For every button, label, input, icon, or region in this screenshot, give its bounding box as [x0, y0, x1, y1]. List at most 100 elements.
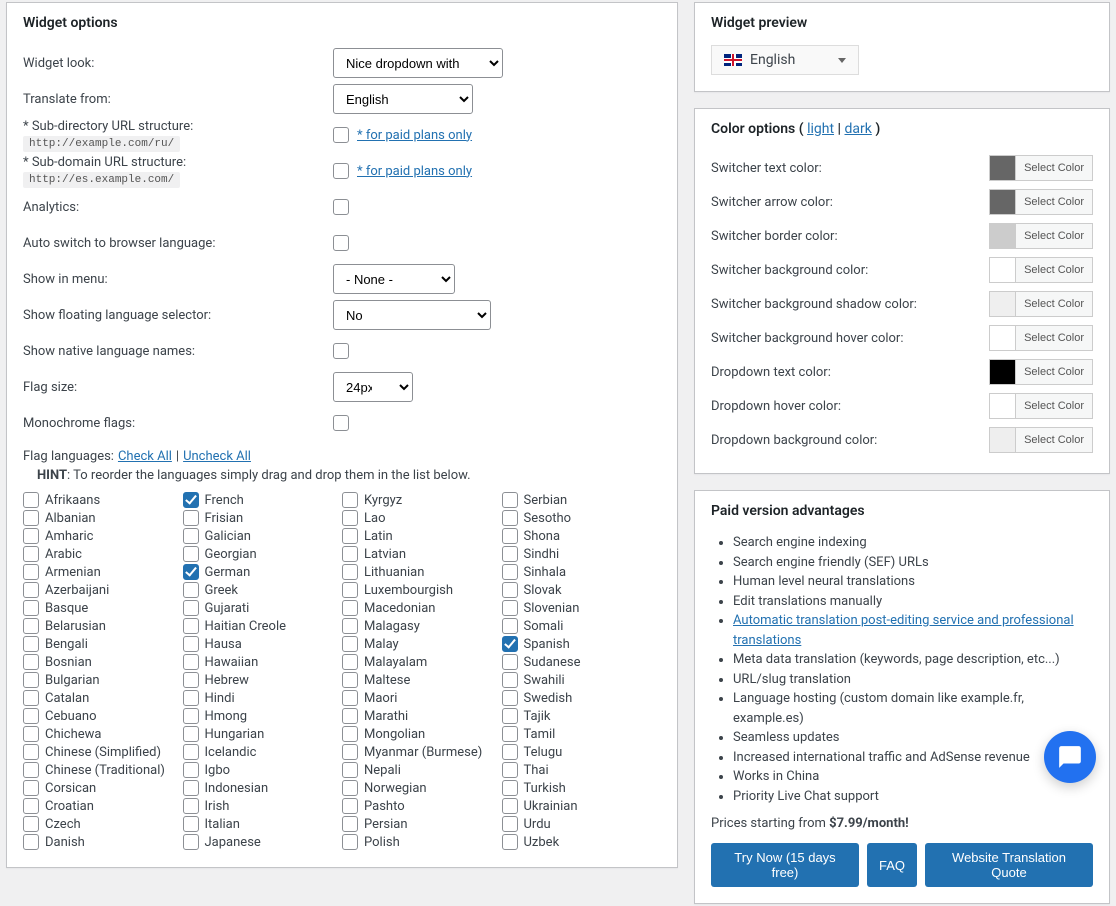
language-item[interactable]: Latin	[342, 527, 502, 545]
select-color-button[interactable]: Select Color	[1016, 428, 1092, 452]
language-checkbox[interactable]	[23, 672, 39, 688]
language-checkbox[interactable]	[502, 546, 518, 562]
language-checkbox[interactable]	[502, 564, 518, 580]
select-color-button[interactable]: Select Color	[1016, 360, 1092, 384]
language-checkbox[interactable]	[342, 672, 358, 688]
language-checkbox[interactable]	[342, 618, 358, 634]
language-item[interactable]: Sesotho	[502, 509, 662, 527]
language-item[interactable]: Italian	[183, 815, 343, 833]
language-item[interactable]: Spanish	[502, 635, 662, 653]
color-picker[interactable]: Select Color	[989, 257, 1093, 283]
monochrome-checkbox[interactable]	[333, 415, 349, 431]
language-checkbox[interactable]	[183, 762, 199, 778]
language-checkbox[interactable]	[183, 546, 199, 562]
widget-look-select[interactable]: Nice dropdown with flags	[333, 48, 503, 78]
language-checkbox[interactable]	[183, 564, 199, 580]
language-checkbox[interactable]	[342, 654, 358, 670]
language-item[interactable]: Sindhi	[502, 545, 662, 563]
language-item[interactable]: Sinhala	[502, 563, 662, 581]
language-checkbox[interactable]	[183, 726, 199, 742]
language-item[interactable]: Irish	[183, 797, 343, 815]
language-item[interactable]: Maori	[342, 689, 502, 707]
language-item[interactable]: Bengali	[23, 635, 183, 653]
chat-launcher[interactable]	[1044, 731, 1096, 783]
language-item[interactable]: Frisian	[183, 509, 343, 527]
language-item[interactable]: Hausa	[183, 635, 343, 653]
translate-from-select[interactable]: English	[333, 84, 473, 114]
language-checkbox[interactable]	[23, 834, 39, 850]
language-item[interactable]: Corsican	[23, 779, 183, 797]
language-item[interactable]: Marathi	[342, 707, 502, 725]
language-item[interactable]: Hindi	[183, 689, 343, 707]
language-checkbox[interactable]	[183, 600, 199, 616]
language-item[interactable]: Lithuanian	[342, 563, 502, 581]
language-item[interactable]: Slovenian	[502, 599, 662, 617]
language-item[interactable]: Hebrew	[183, 671, 343, 689]
language-checkbox[interactable]	[23, 636, 39, 652]
preview-dropdown[interactable]: English	[711, 45, 859, 75]
language-checkbox[interactable]	[183, 618, 199, 634]
language-item[interactable]: Icelandic	[183, 743, 343, 761]
show-floating-select[interactable]: No	[333, 300, 491, 330]
language-checkbox[interactable]	[183, 708, 199, 724]
language-item[interactable]: Chinese (Traditional)	[23, 761, 183, 779]
language-item[interactable]: Belarusian	[23, 617, 183, 635]
language-item[interactable]: Haitian Creole	[183, 617, 343, 635]
quote-button[interactable]: Website Translation Quote	[925, 843, 1093, 887]
language-checkbox[interactable]	[23, 564, 39, 580]
language-checkbox[interactable]	[342, 762, 358, 778]
language-checkbox[interactable]	[342, 726, 358, 742]
language-checkbox[interactable]	[23, 798, 39, 814]
light-link[interactable]: light	[807, 121, 834, 137]
language-checkbox[interactable]	[342, 744, 358, 760]
auto-switch-checkbox[interactable]	[333, 235, 349, 251]
language-checkbox[interactable]	[502, 600, 518, 616]
language-item[interactable]: Norwegian	[342, 779, 502, 797]
language-item[interactable]: Armenian	[23, 563, 183, 581]
language-item[interactable]: Mongolian	[342, 725, 502, 743]
language-item[interactable]: Uzbek	[502, 833, 662, 851]
language-item[interactable]: Turkish	[502, 779, 662, 797]
subdir-paid-link[interactable]: * for paid plans only	[357, 128, 472, 143]
language-checkbox[interactable]	[183, 528, 199, 544]
faq-button[interactable]: FAQ	[867, 843, 917, 887]
select-color-button[interactable]: Select Color	[1016, 394, 1092, 418]
language-checkbox[interactable]	[342, 582, 358, 598]
color-picker[interactable]: Select Color	[989, 155, 1093, 181]
language-item[interactable]: Malay	[342, 635, 502, 653]
language-item[interactable]: Urdu	[502, 815, 662, 833]
language-item[interactable]: Pashto	[342, 797, 502, 815]
select-color-button[interactable]: Select Color	[1016, 292, 1092, 316]
language-item[interactable]: Bulgarian	[23, 671, 183, 689]
language-checkbox[interactable]	[342, 816, 358, 832]
select-color-button[interactable]: Select Color	[1016, 190, 1092, 214]
try-now-button[interactable]: Try Now (15 days free)	[711, 843, 859, 887]
language-checkbox[interactable]	[23, 492, 39, 508]
color-picker[interactable]: Select Color	[989, 393, 1093, 419]
language-checkbox[interactable]	[342, 600, 358, 616]
language-checkbox[interactable]	[502, 636, 518, 652]
language-item[interactable]: Myanmar (Burmese)	[342, 743, 502, 761]
language-item[interactable]: Hmong	[183, 707, 343, 725]
color-picker[interactable]: Select Color	[989, 359, 1093, 385]
language-checkbox[interactable]	[23, 510, 39, 526]
language-checkbox[interactable]	[502, 798, 518, 814]
select-color-button[interactable]: Select Color	[1016, 258, 1092, 282]
select-color-button[interactable]: Select Color	[1016, 156, 1092, 180]
language-checkbox[interactable]	[342, 546, 358, 562]
show-in-menu-select[interactable]: - None -	[333, 264, 455, 294]
language-item[interactable]: Shona	[502, 527, 662, 545]
language-item[interactable]: Malagasy	[342, 617, 502, 635]
language-checkbox[interactable]	[342, 780, 358, 796]
flag-size-select[interactable]: 24px	[333, 372, 413, 402]
language-item[interactable]: Czech	[23, 815, 183, 833]
language-item[interactable]: Basque	[23, 599, 183, 617]
language-item[interactable]: Nepali	[342, 761, 502, 779]
dark-link[interactable]: dark	[845, 121, 872, 137]
language-item[interactable]: Greek	[183, 581, 343, 599]
language-checkbox[interactable]	[23, 618, 39, 634]
language-checkbox[interactable]	[183, 798, 199, 814]
language-item[interactable]: Sudanese	[502, 653, 662, 671]
language-item[interactable]: Indonesian	[183, 779, 343, 797]
language-checkbox[interactable]	[23, 762, 39, 778]
